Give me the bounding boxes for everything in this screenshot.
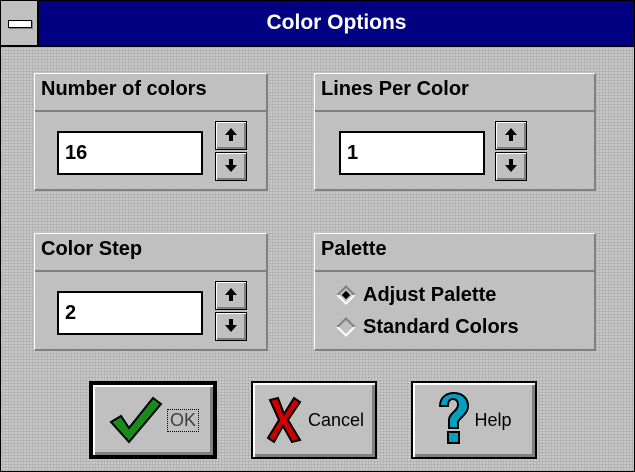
help-label: Help	[474, 409, 512, 430]
lines-per-color-group: Lines Per Color 1	[314, 73, 596, 191]
system-menu-icon	[8, 20, 32, 28]
lines-per-color-input[interactable]: 1	[339, 131, 485, 175]
window-title: Color Options	[266, 11, 407, 34]
number-of-colors-group: Number of colors 16	[34, 73, 268, 191]
arrow-up-icon	[505, 128, 517, 141]
checkmark-icon	[109, 396, 163, 444]
color-options-dialog: Color Options Number of colors 16 Lines …	[0, 0, 635, 472]
color-step-up-button[interactable]	[215, 281, 247, 310]
number-of-colors-label: Number of colors	[41, 78, 207, 100]
color-step-group: Color Step 2	[34, 233, 268, 351]
title-bar: Color Options	[1, 1, 634, 47]
help-button[interactable]: Help	[411, 381, 537, 459]
standard-colors-radio[interactable]: Standard Colors	[336, 314, 519, 340]
lines-per-color-spinner	[495, 121, 527, 181]
palette-group: Palette Adjust Palette Standard Colors	[314, 233, 596, 351]
x-mark-icon	[266, 396, 302, 444]
lines-per-color-up-button[interactable]	[495, 121, 527, 150]
palette-label: Palette	[321, 238, 387, 260]
color-step-input[interactable]: 2	[57, 291, 203, 335]
arrow-up-icon	[225, 128, 237, 141]
adjust-palette-label: Adjust Palette	[363, 283, 497, 306]
arrow-down-icon	[225, 319, 237, 332]
lines-per-color-down-button[interactable]	[495, 152, 527, 181]
arrow-down-icon	[505, 159, 517, 172]
color-step-label: Color Step	[41, 238, 143, 260]
question-mark-icon	[439, 392, 470, 444]
number-of-colors-spinner	[215, 121, 247, 181]
color-step-down-button[interactable]	[215, 312, 247, 341]
arrow-down-icon	[225, 159, 237, 172]
ok-label: OK	[166, 408, 199, 432]
system-menu-button[interactable]	[1, 1, 39, 45]
ok-button[interactable]: OK	[89, 381, 217, 459]
color-step-spinner	[215, 281, 247, 341]
number-of-colors-down-button[interactable]	[215, 152, 247, 181]
standard-colors-label: Standard Colors	[363, 315, 519, 338]
cancel-button[interactable]: Cancel	[251, 381, 377, 459]
cancel-label: Cancel	[307, 409, 365, 430]
lines-per-color-label: Lines Per Color	[321, 78, 469, 100]
number-of-colors-input[interactable]: 16	[57, 131, 203, 175]
radio-selected-icon	[336, 285, 356, 305]
arrow-up-icon	[225, 288, 237, 301]
number-of-colors-up-button[interactable]	[215, 121, 247, 150]
adjust-palette-radio[interactable]: Adjust Palette	[336, 282, 497, 308]
radio-unselected-icon	[336, 317, 356, 337]
